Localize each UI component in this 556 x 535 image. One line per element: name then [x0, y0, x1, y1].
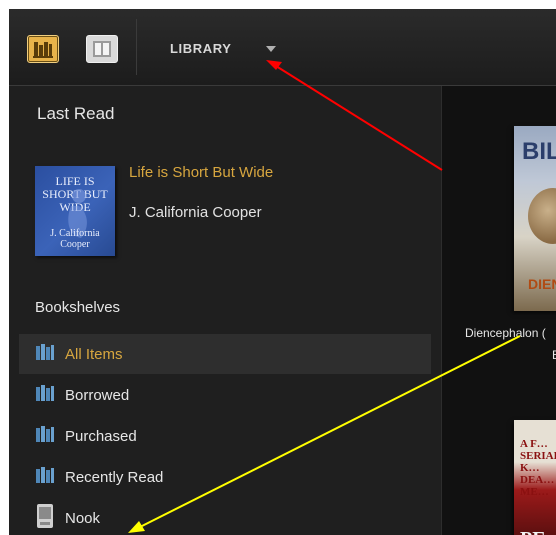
last-read-author: J. California Cooper: [129, 204, 262, 221]
shelf-all-items[interactable]: All Items: [19, 334, 431, 374]
toolbar: LIBRARY: [9, 9, 556, 86]
shelf-borrowed[interactable]: Borrowed: [19, 375, 431, 415]
shelf-recently-read[interactable]: Recently Read: [19, 457, 431, 497]
cover-author: J. California Cooper: [50, 228, 100, 250]
book-cover-serial-killer[interactable]: A F… SERIAL K… DEA… ME… PE: [514, 420, 556, 535]
bookshelves-heading: Bookshelves: [35, 299, 121, 316]
library-grid: BIL DIEN Diencephalon ( B A F… SERIAL K……: [442, 86, 556, 535]
sidebar: Last Read LIFE IS SHORT BUT WIDE J. Cali…: [9, 86, 442, 535]
shelf-nook[interactable]: Nook: [19, 498, 431, 535]
cover-title: A F… SERIAL K… DEA… ME…: [520, 438, 556, 498]
shelf-purchased[interactable]: Purchased: [19, 416, 431, 456]
toolbar-divider: [136, 19, 137, 75]
open-book-icon: [87, 41, 117, 66]
cover-title: BIL: [522, 138, 556, 165]
shelf-label: All Items: [65, 346, 123, 363]
caret-down-icon[interactable]: [266, 46, 276, 52]
reading-view-button[interactable]: [86, 35, 118, 63]
cover-subtitle: DIEN: [528, 276, 556, 292]
bookshelf-icon: [35, 426, 55, 449]
book-author-caption: B: [552, 348, 556, 362]
brain-illustration: [528, 188, 556, 244]
bookshelf-icon: [35, 385, 55, 408]
bookshelf-icon: [35, 344, 55, 367]
shelf-label: Purchased: [65, 428, 137, 445]
bookshelf-icon: [35, 467, 55, 490]
shelf-label: Borrowed: [65, 387, 130, 404]
last-read-book-cover[interactable]: LIFE IS SHORT BUT WIDE J. California Coo…: [35, 166, 115, 256]
book-title-caption[interactable]: Diencephalon (: [15, 326, 556, 340]
library-title[interactable]: LIBRARY: [170, 41, 232, 56]
app-window: LIBRARY Last Read LIFE IS SHORT BUT WIDE…: [9, 9, 556, 535]
book-cover-diencephalon[interactable]: BIL DIEN: [514, 126, 556, 311]
last-read-title[interactable]: Life is Short But Wide: [129, 164, 273, 181]
nook-device-icon: [35, 504, 55, 533]
library-view-button[interactable]: [27, 35, 59, 63]
bookshelf-icon: [28, 42, 58, 66]
shelf-label: Nook: [65, 510, 101, 527]
last-read-heading: Last Read: [37, 104, 115, 123]
shelf-label: Recently Read: [65, 469, 164, 486]
cover-subtitle: PE: [520, 528, 546, 535]
